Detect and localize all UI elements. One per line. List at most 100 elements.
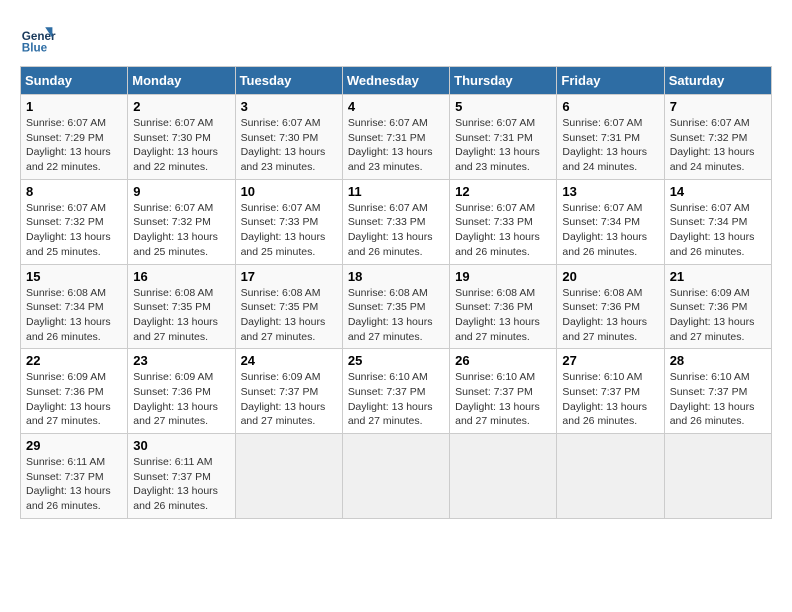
- day-info: Sunrise: 6:10 AM Sunset: 7:37 PM Dayligh…: [348, 370, 444, 429]
- day-number: 29: [26, 438, 122, 453]
- day-number: 8: [26, 184, 122, 199]
- calendar-day-cell: 3 Sunrise: 6:07 AM Sunset: 7:30 PM Daylig…: [235, 95, 342, 180]
- day-info: Sunrise: 6:08 AM Sunset: 7:35 PM Dayligh…: [348, 286, 444, 345]
- calendar-day-cell: 25 Sunrise: 6:10 AM Sunset: 7:37 PM Dayli…: [342, 349, 449, 434]
- calendar-day-cell: 8 Sunrise: 6:07 AM Sunset: 7:32 PM Daylig…: [21, 179, 128, 264]
- calendar-day-cell: 18 Sunrise: 6:08 AM Sunset: 7:35 PM Dayli…: [342, 264, 449, 349]
- calendar-day-cell: 28 Sunrise: 6:10 AM Sunset: 7:37 PM Dayli…: [664, 349, 771, 434]
- calendar-week-row: 15 Sunrise: 6:08 AM Sunset: 7:34 PM Dayli…: [21, 264, 772, 349]
- svg-text:Blue: Blue: [22, 42, 48, 55]
- calendar-day-cell: 5Sunrise: 6:07 AM Sunset: 7:31 PM Daylig…: [450, 95, 557, 180]
- calendar-day-cell: [235, 434, 342, 519]
- day-info: Sunrise: 6:08 AM Sunset: 7:35 PM Dayligh…: [241, 286, 337, 345]
- calendar-day-cell: 24 Sunrise: 6:09 AM Sunset: 7:37 PM Dayli…: [235, 349, 342, 434]
- day-number: 22: [26, 353, 122, 368]
- calendar-day-cell: 9Sunrise: 6:07 AM Sunset: 7:32 PM Daylig…: [128, 179, 235, 264]
- day-info: Sunrise: 6:08 AM Sunset: 7:36 PM Dayligh…: [562, 286, 658, 345]
- day-info: Sunrise: 6:07 AM Sunset: 7:34 PM Dayligh…: [562, 201, 658, 260]
- day-info: Sunrise: 6:08 AM Sunset: 7:36 PM Dayligh…: [455, 286, 551, 345]
- day-info: Sunrise: 6:11 AM Sunset: 7:37 PM Dayligh…: [133, 455, 229, 514]
- day-number: 6: [562, 99, 658, 114]
- day-number: 4: [348, 99, 444, 114]
- page-header: General Blue: [20, 20, 772, 56]
- day-number: 18: [348, 269, 444, 284]
- weekday-header: Wednesday: [342, 67, 449, 95]
- calendar-body: 1 Sunrise: 6:07 AM Sunset: 7:29 PM Daylig…: [21, 95, 772, 519]
- day-number: 2: [133, 99, 229, 114]
- calendar-day-cell: 11 Sunrise: 6:07 AM Sunset: 7:33 PM Dayli…: [342, 179, 449, 264]
- day-info: Sunrise: 6:10 AM Sunset: 7:37 PM Dayligh…: [455, 370, 551, 429]
- day-number: 28: [670, 353, 766, 368]
- day-info: Sunrise: 6:07 AM Sunset: 7:34 PM Dayligh…: [670, 201, 766, 260]
- calendar-day-cell: 16 Sunrise: 6:08 AM Sunset: 7:35 PM Dayli…: [128, 264, 235, 349]
- day-info: Sunrise: 6:10 AM Sunset: 7:37 PM Dayligh…: [562, 370, 658, 429]
- calendar-day-cell: 2 Sunrise: 6:07 AM Sunset: 7:30 PM Daylig…: [128, 95, 235, 180]
- day-info: Sunrise: 6:07 AM Sunset: 7:31 PM Dayligh…: [455, 116, 551, 175]
- day-info: Sunrise: 6:10 AM Sunset: 7:37 PM Dayligh…: [670, 370, 766, 429]
- day-number: 16: [133, 269, 229, 284]
- day-number: 9: [133, 184, 229, 199]
- calendar-day-cell: 19Sunrise: 6:08 AM Sunset: 7:36 PM Dayli…: [450, 264, 557, 349]
- day-info: Sunrise: 6:07 AM Sunset: 7:31 PM Dayligh…: [562, 116, 658, 175]
- day-number: 21: [670, 269, 766, 284]
- day-number: 12: [455, 184, 551, 199]
- calendar-day-cell: 6 Sunrise: 6:07 AM Sunset: 7:31 PM Daylig…: [557, 95, 664, 180]
- logo: General Blue: [20, 20, 60, 56]
- day-number: 1: [26, 99, 122, 114]
- day-info: Sunrise: 6:07 AM Sunset: 7:33 PM Dayligh…: [241, 201, 337, 260]
- day-info: Sunrise: 6:07 AM Sunset: 7:29 PM Dayligh…: [26, 116, 122, 175]
- calendar-day-cell: 29Sunrise: 6:11 AM Sunset: 7:37 PM Dayli…: [21, 434, 128, 519]
- day-number: 13: [562, 184, 658, 199]
- day-info: Sunrise: 6:09 AM Sunset: 7:37 PM Dayligh…: [241, 370, 337, 429]
- weekday-header: Thursday: [450, 67, 557, 95]
- day-number: 25: [348, 353, 444, 368]
- calendar-day-cell: 26 Sunrise: 6:10 AM Sunset: 7:37 PM Dayli…: [450, 349, 557, 434]
- day-number: 3: [241, 99, 337, 114]
- calendar-day-cell: 21 Sunrise: 6:09 AM Sunset: 7:36 PM Dayli…: [664, 264, 771, 349]
- calendar-week-row: 29 Sunrise: 6:11 AM Sunset: 7:37 PM Dayli…: [21, 434, 772, 519]
- calendar-header: SundayMondayTuesdayWednesdayThursdayFrid…: [21, 67, 772, 95]
- weekday-header: Sunday: [21, 67, 128, 95]
- calendar-day-cell: 1 Sunrise: 6:07 AM Sunset: 7:29 PM Daylig…: [21, 95, 128, 180]
- day-number: 14: [670, 184, 766, 199]
- weekday-row: SundayMondayTuesdayWednesdayThursdayFrid…: [21, 67, 772, 95]
- day-info: Sunrise: 6:08 AM Sunset: 7:35 PM Dayligh…: [133, 286, 229, 345]
- calendar-week-row: 22 Sunrise: 6:09 AM Sunset: 7:36 PM Dayli…: [21, 349, 772, 434]
- day-number: 7: [670, 99, 766, 114]
- day-number: 10: [241, 184, 337, 199]
- day-number: 11: [348, 184, 444, 199]
- calendar-day-cell: [342, 434, 449, 519]
- day-number: 23: [133, 353, 229, 368]
- calendar-day-cell: [664, 434, 771, 519]
- weekday-header: Friday: [557, 67, 664, 95]
- day-info: Sunrise: 6:07 AM Sunset: 7:31 PM Dayligh…: [348, 116, 444, 175]
- day-info: Sunrise: 6:08 AM Sunset: 7:34 PM Dayligh…: [26, 286, 122, 345]
- day-info: Sunrise: 6:09 AM Sunset: 7:36 PM Dayligh…: [670, 286, 766, 345]
- calendar-day-cell: 13 Sunrise: 6:07 AM Sunset: 7:34 PM Dayli…: [557, 179, 664, 264]
- calendar-day-cell: 4 Sunrise: 6:07 AM Sunset: 7:31 PM Daylig…: [342, 95, 449, 180]
- day-info: Sunrise: 6:07 AM Sunset: 7:33 PM Dayligh…: [348, 201, 444, 260]
- day-number: 15: [26, 269, 122, 284]
- day-number: 24: [241, 353, 337, 368]
- calendar-day-cell: 10 Sunrise: 6:07 AM Sunset: 7:33 PM Dayli…: [235, 179, 342, 264]
- calendar-day-cell: 12Sunrise: 6:07 AM Sunset: 7:33 PM Dayli…: [450, 179, 557, 264]
- day-info: Sunrise: 6:07 AM Sunset: 7:30 PM Dayligh…: [133, 116, 229, 175]
- day-info: Sunrise: 6:09 AM Sunset: 7:36 PM Dayligh…: [26, 370, 122, 429]
- calendar-day-cell: 7 Sunrise: 6:07 AM Sunset: 7:32 PM Daylig…: [664, 95, 771, 180]
- day-number: 27: [562, 353, 658, 368]
- day-info: Sunrise: 6:09 AM Sunset: 7:36 PM Dayligh…: [133, 370, 229, 429]
- logo-icon: General Blue: [20, 20, 56, 56]
- weekday-header: Tuesday: [235, 67, 342, 95]
- calendar-day-cell: [450, 434, 557, 519]
- day-number: 26: [455, 353, 551, 368]
- day-info: Sunrise: 6:07 AM Sunset: 7:32 PM Dayligh…: [670, 116, 766, 175]
- calendar-week-row: 8 Sunrise: 6:07 AM Sunset: 7:32 PM Daylig…: [21, 179, 772, 264]
- calendar-day-cell: 22 Sunrise: 6:09 AM Sunset: 7:36 PM Dayli…: [21, 349, 128, 434]
- calendar-day-cell: 27 Sunrise: 6:10 AM Sunset: 7:37 PM Dayli…: [557, 349, 664, 434]
- weekday-header: Monday: [128, 67, 235, 95]
- calendar-day-cell: 17 Sunrise: 6:08 AM Sunset: 7:35 PM Dayli…: [235, 264, 342, 349]
- calendar-day-cell: 23 Sunrise: 6:09 AM Sunset: 7:36 PM Dayli…: [128, 349, 235, 434]
- day-number: 17: [241, 269, 337, 284]
- day-info: Sunrise: 6:07 AM Sunset: 7:32 PM Dayligh…: [26, 201, 122, 260]
- day-info: Sunrise: 6:07 AM Sunset: 7:30 PM Dayligh…: [241, 116, 337, 175]
